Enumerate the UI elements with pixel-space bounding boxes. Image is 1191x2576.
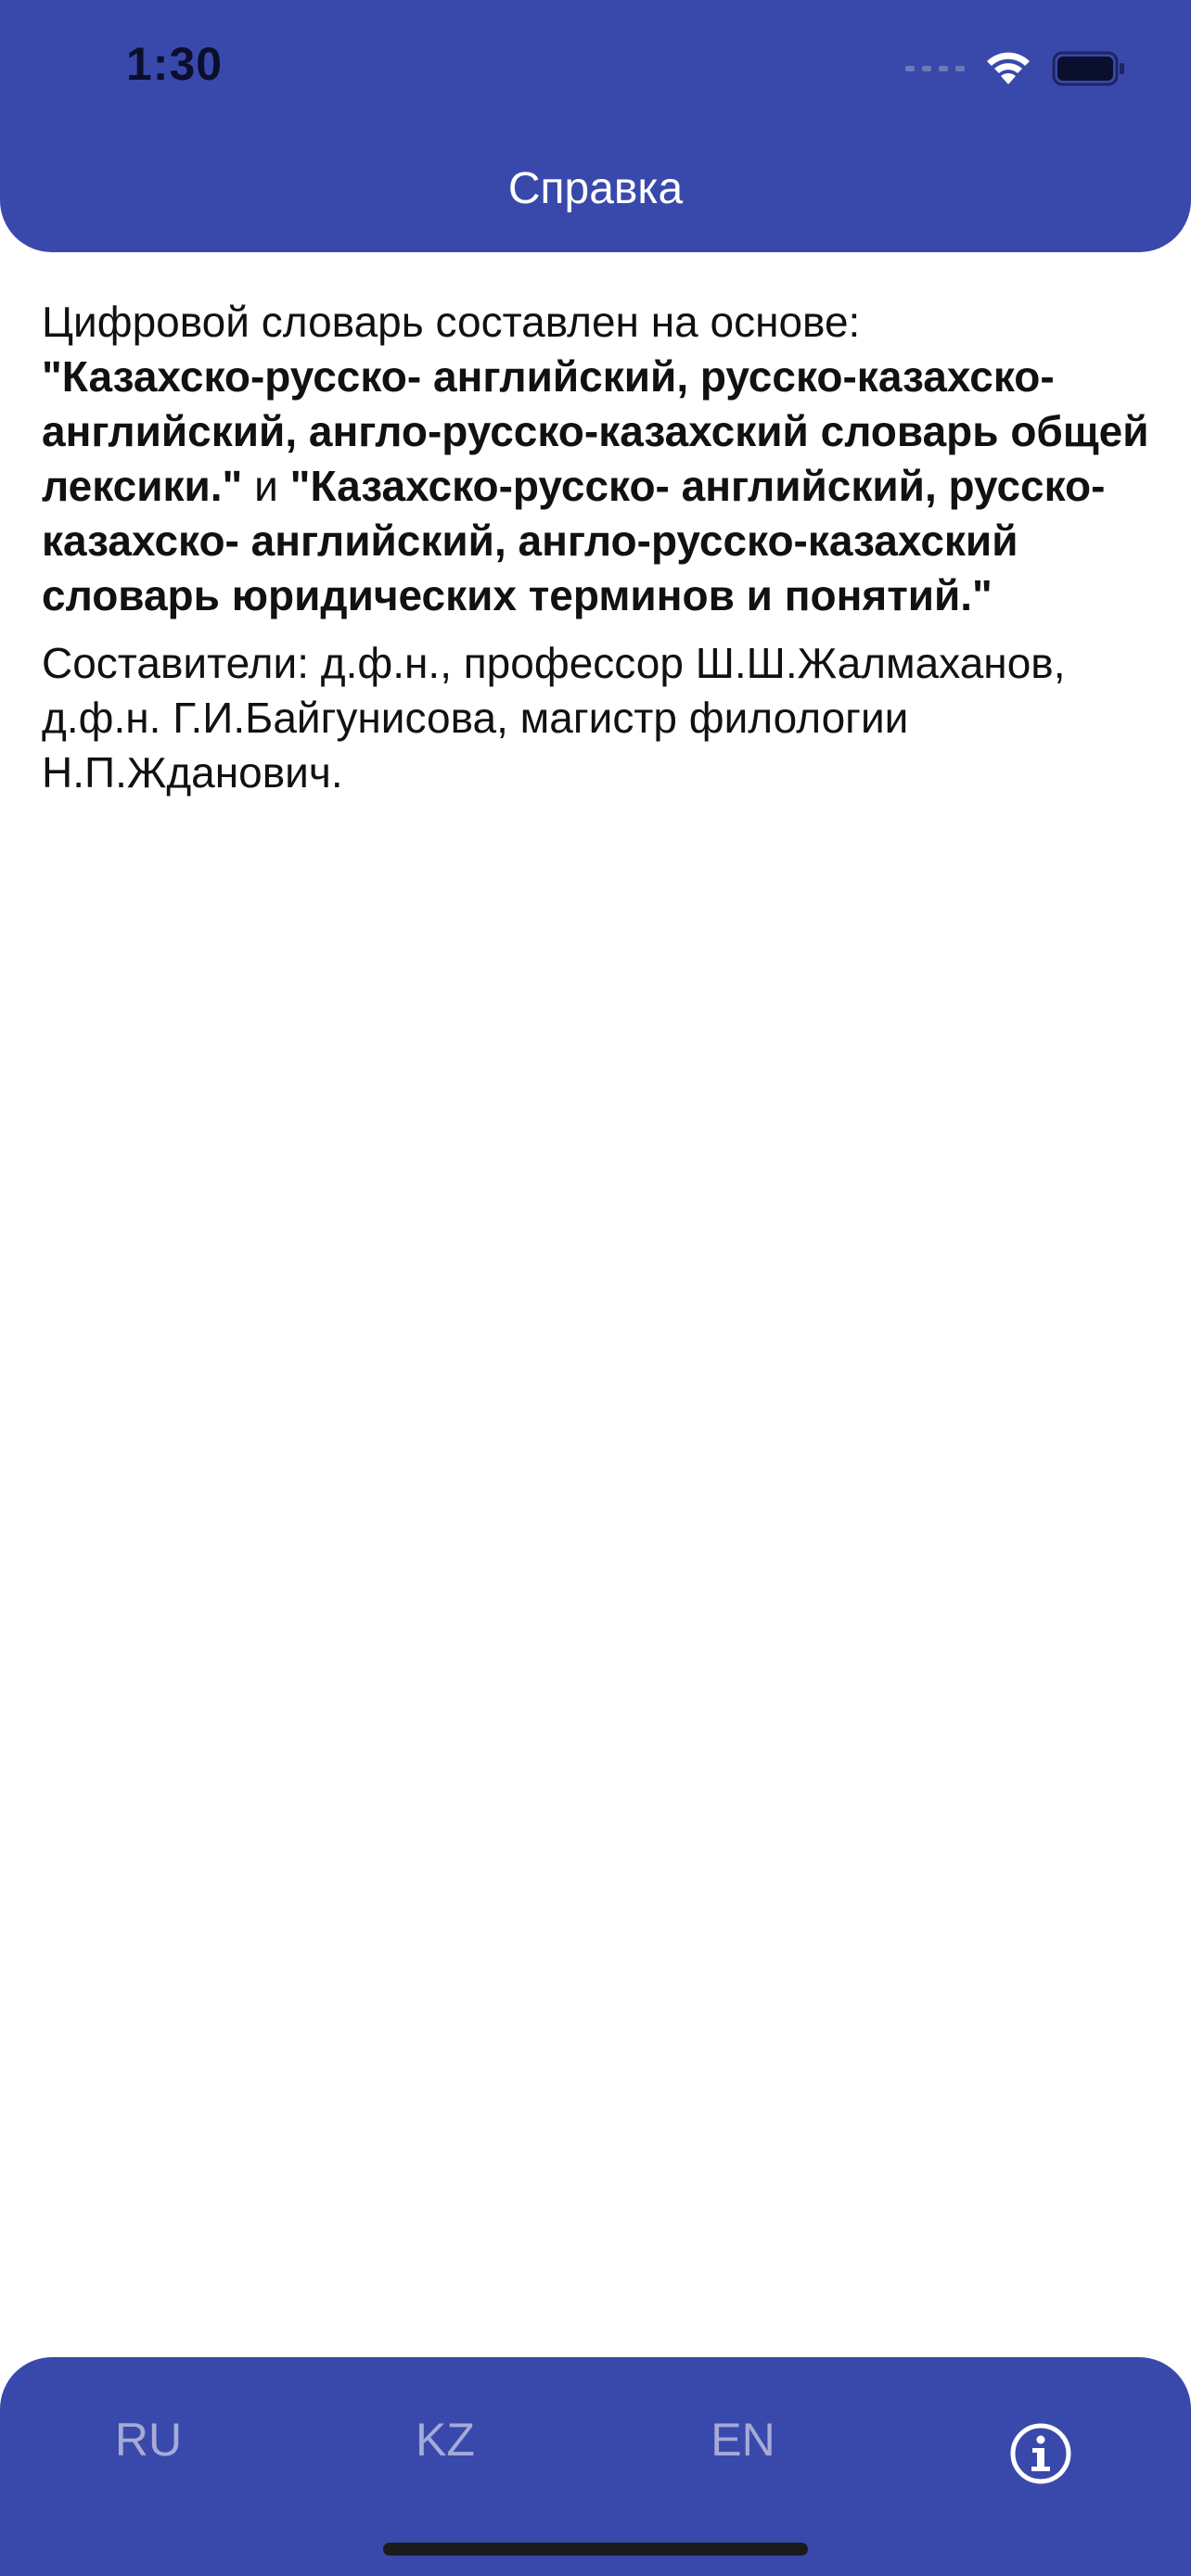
wifi-icon bbox=[987, 52, 1030, 84]
tab-ru[interactable]: RU bbox=[74, 2413, 223, 2467]
source-paragraph: Цифровой словарь составлен на основе: "К… bbox=[42, 295, 1155, 623]
page-title: Справка bbox=[507, 164, 684, 213]
intro-text: Цифровой словарь составлен на основе: bbox=[42, 298, 861, 346]
battery-icon bbox=[1052, 51, 1124, 86]
help-content: Цифровой словарь составлен на основе: "К… bbox=[42, 295, 1155, 800]
tab-kz[interactable]: KZ bbox=[371, 2413, 519, 2467]
status-time: 1:30 bbox=[126, 38, 224, 90]
home-indicator[interactable] bbox=[383, 2543, 808, 2556]
info-icon[interactable] bbox=[1009, 2422, 1072, 2485]
screen: 1:30 Справка Цифровой словарь составлен … bbox=[0, 0, 1191, 2576]
status-icons bbox=[905, 48, 1126, 89]
authors-paragraph: Составители: д.ф.н., профессор Ш.Ш.Жалма… bbox=[42, 639, 1066, 797]
tab-en[interactable]: EN bbox=[669, 2413, 817, 2467]
header-bar: 1:30 Справка bbox=[0, 0, 1191, 252]
conjunction-text: и bbox=[242, 462, 290, 510]
cellular-signal-icon bbox=[905, 66, 965, 71]
